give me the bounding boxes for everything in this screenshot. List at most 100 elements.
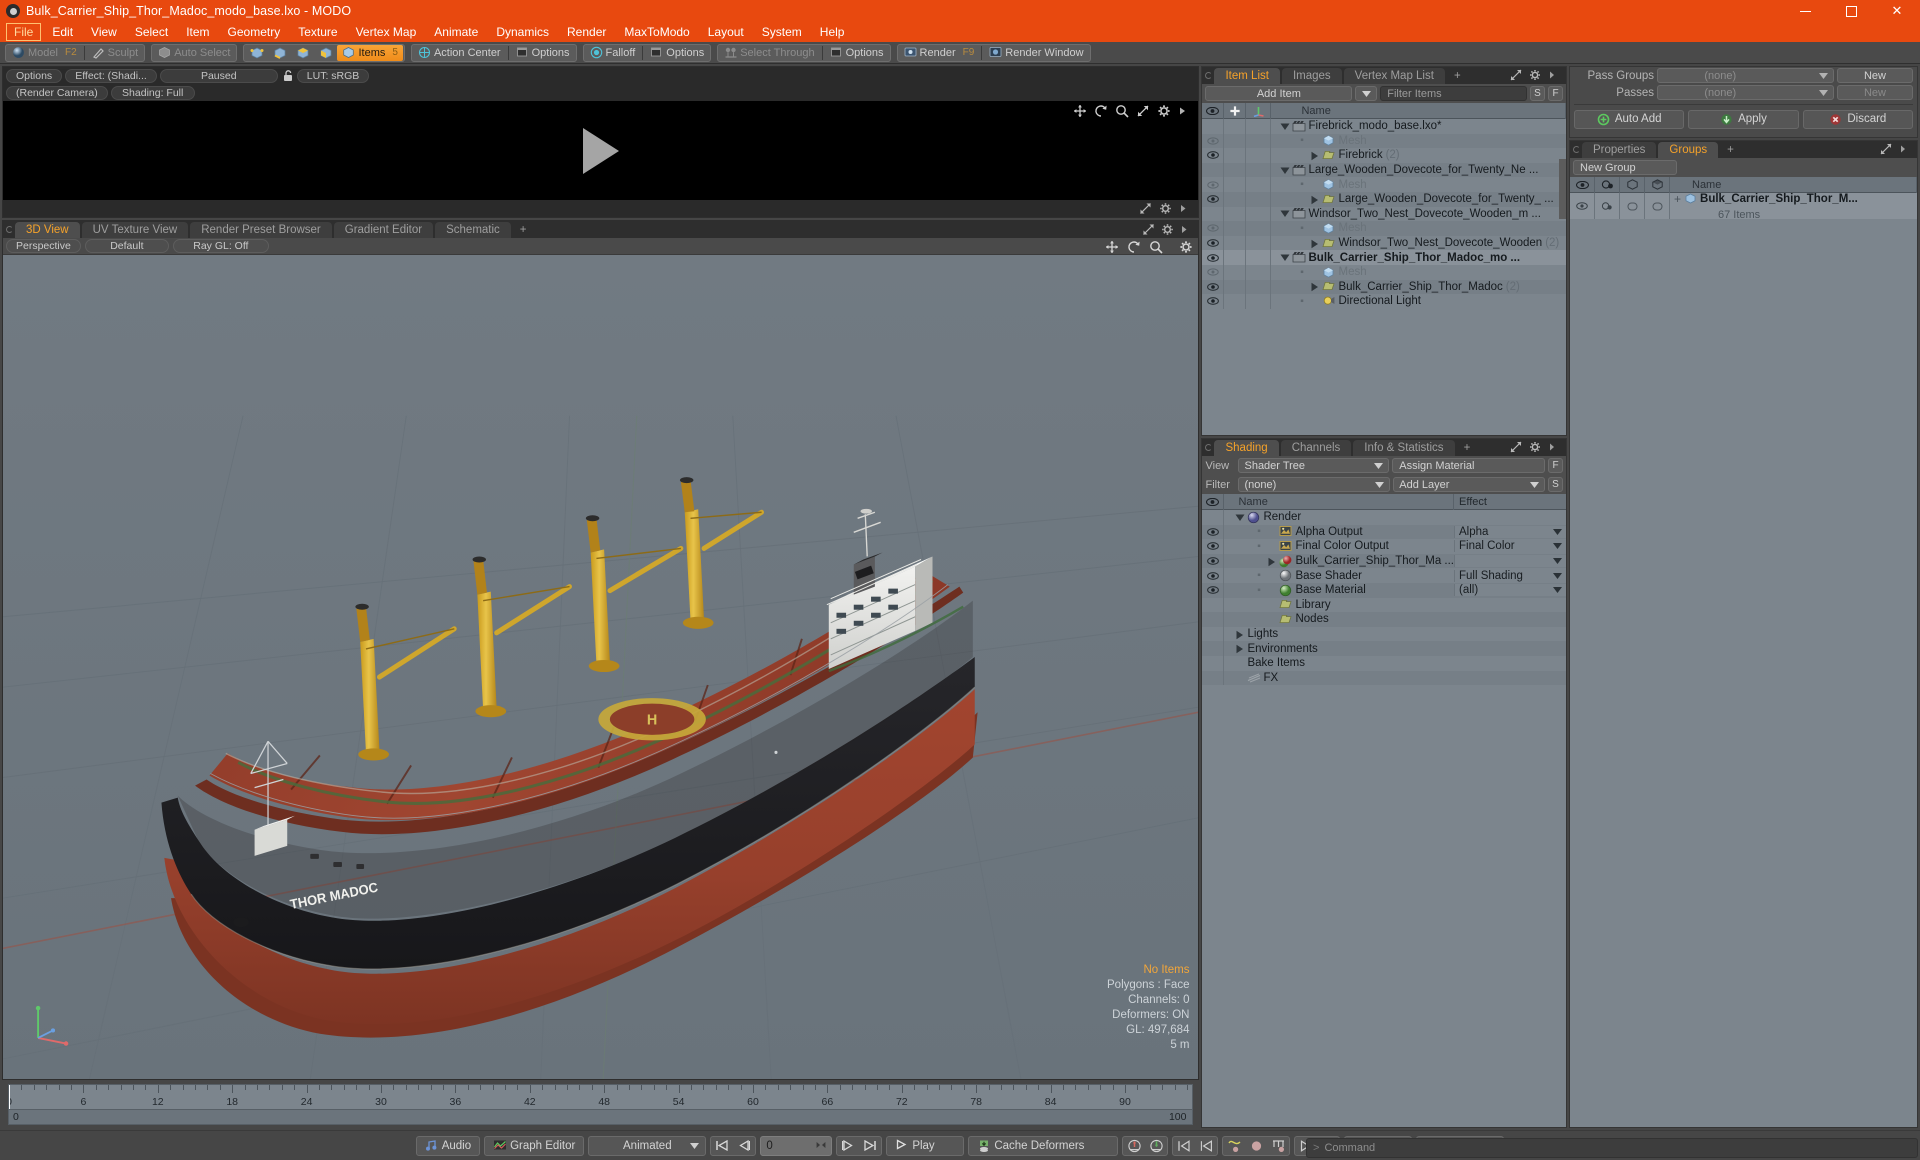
column-name-header[interactable]: Name <box>1271 102 1566 119</box>
row-effect-cell[interactable]: Full Shading <box>1454 569 1566 582</box>
row-lock-toggle[interactable] <box>1224 294 1247 309</box>
row-twisty-right-icon[interactable] <box>1235 644 1244 654</box>
row-visibility-toggle[interactable] <box>1202 206 1225 222</box>
pass-groups-new-button[interactable]: New <box>1837 68 1913 83</box>
row-lock-toggle[interactable] <box>1224 119 1247 134</box>
item-list-scrollbar[interactable] <box>1559 159 1566 219</box>
menu-edit[interactable]: Edit <box>43 22 82 42</box>
chevron-down-icon[interactable] <box>1553 526 1562 538</box>
row-axis-toggle[interactable] <box>1246 191 1272 207</box>
model-mode-button[interactable]: Model F2 <box>7 45 82 61</box>
next-key-button[interactable] <box>837 1137 859 1155</box>
curve-key-button[interactable] <box>1223 1137 1245 1155</box>
row-lock-toggle[interactable] <box>1224 235 1247 251</box>
arrow-right-icon[interactable] <box>1179 202 1192 215</box>
viewport-raygl-dropdown[interactable]: Ray GL: Off <box>172 239 269 253</box>
table-row[interactable]: Firebrick (2) <box>1202 148 1566 163</box>
tab-add-button[interactable]: + <box>1457 440 1478 456</box>
spinner-icon[interactable] <box>816 1140 826 1152</box>
row-visibility-toggle[interactable] <box>1202 626 1225 642</box>
row-name-cell[interactable]: ▪ Base Shader <box>1224 568 1454 583</box>
menu-help[interactable]: Help <box>811 22 854 42</box>
auto-add-button[interactable]: Auto Add <box>1574 109 1685 129</box>
zoom-icon[interactable] <box>1115 104 1130 118</box>
graph-editor-button[interactable]: Graph Editor <box>484 1135 585 1156</box>
tab-add-button[interactable]: + <box>1720 142 1741 158</box>
lock-icon[interactable] <box>281 69 294 82</box>
tab-gradient-editor[interactable]: Gradient Editor <box>333 222 434 238</box>
chevron-down-icon[interactable] <box>1553 540 1562 552</box>
row-visibility-toggle[interactable] <box>1202 279 1225 295</box>
panel-grip-icon[interactable] <box>1570 141 1582 158</box>
row-twisty-none-icon[interactable] <box>1310 268 1319 277</box>
action-center-options-button[interactable]: Options <box>511 45 575 61</box>
filter-f-button[interactable]: F <box>1548 86 1564 101</box>
row-axis-toggle[interactable] <box>1246 148 1272 163</box>
tab-add-button[interactable]: + <box>513 222 534 238</box>
row-lock-toggle[interactable] <box>1224 264 1247 280</box>
tab-item-list[interactable]: Item List <box>1214 68 1280 84</box>
row-lock-toggle[interactable] <box>1224 279 1247 295</box>
panel-grip-icon[interactable] <box>3 221 15 238</box>
tab-shading[interactable]: Shading <box>1214 440 1279 456</box>
fit-icon[interactable] <box>1136 104 1149 117</box>
shader-tree-dropdown[interactable]: Shader Tree <box>1238 458 1390 473</box>
pan-icon[interactable] <box>1105 240 1119 253</box>
maximize-button[interactable] <box>1828 0 1874 22</box>
menu-maxtomodo[interactable]: MaxToModo <box>615 22 698 42</box>
render-camera-dropdown[interactable]: (Render Camera) <box>6 85 108 100</box>
column-effect-header[interactable]: Effect <box>1454 494 1566 510</box>
menu-select[interactable]: Select <box>126 22 177 42</box>
row-axis-toggle[interactable] <box>1246 264 1272 280</box>
render-paused-button[interactable]: Paused <box>159 68 278 83</box>
row-axis-toggle[interactable] <box>1246 221 1272 236</box>
add-item-button[interactable]: Add Item <box>1205 86 1353 101</box>
gear-icon[interactable] <box>1157 104 1171 117</box>
tab-images[interactable]: Images <box>1281 68 1342 84</box>
row-visibility-toggle[interactable] <box>1202 524 1225 540</box>
row-twisty-right-icon[interactable] <box>1267 557 1276 566</box>
row-visibility-toggle[interactable] <box>1202 553 1225 569</box>
row-effect-cell[interactable]: (all) <box>1454 584 1566 597</box>
render-shading-dropdown[interactable]: Shading: Full <box>110 85 195 100</box>
row-visibility-toggle[interactable] <box>1202 670 1225 686</box>
table-row[interactable]: FX <box>1202 670 1566 686</box>
set-key-button[interactable] <box>1245 1137 1267 1155</box>
row-twisty-none-icon[interactable] <box>1235 673 1244 682</box>
row-name-cell[interactable]: ▪ Alpha Output <box>1224 525 1454 540</box>
row-name-cell[interactable]: ▪ Final Color Output <box>1224 539 1454 554</box>
play-triangle-icon[interactable] <box>582 127 619 174</box>
row-name-cell[interactable]: Windsor_Two_Nest_Dovecote_Wooden (2) <box>1271 236 1566 251</box>
row-visibility-toggle[interactable] <box>1202 510 1225 525</box>
row-visibility-toggle[interactable] <box>1202 264 1225 280</box>
menu-texture[interactable]: Texture <box>289 22 346 42</box>
row-axis-toggle[interactable] <box>1246 177 1272 192</box>
render-effect-dropdown[interactable]: Effect: (Shadi... <box>65 68 157 83</box>
arrow-right-icon[interactable] <box>1548 441 1561 454</box>
table-row[interactable]: Environments <box>1202 641 1566 656</box>
row-visibility-toggle[interactable] <box>1202 235 1225 251</box>
auto-select-button[interactable]: Auto Select <box>153 45 235 61</box>
column-lock-header[interactable] <box>1224 102 1247 119</box>
add-layer-s-button[interactable]: S <box>1548 477 1564 492</box>
row-effect-cell[interactable]: Final Color <box>1454 540 1566 553</box>
select-through-options-button[interactable]: Options <box>825 45 889 61</box>
lut-dropdown[interactable]: LUT: sRGB <box>296 68 370 83</box>
column-name-header[interactable]: Name <box>1224 493 1454 510</box>
arrow-right-icon[interactable] <box>1180 223 1193 236</box>
last-frame-button[interactable] <box>859 1137 881 1155</box>
table-row[interactable]: + Bulk_Carrier_Ship_Thor_M... 67 Items <box>1570 193 1917 219</box>
row-twisty-right-icon[interactable] <box>1235 630 1244 639</box>
gear-icon[interactable] <box>1529 69 1542 82</box>
row-name-cell[interactable]: + Bulk_Carrier_Ship_Thor_M... 67 Items <box>1670 193 1917 219</box>
pass-groups-dropdown[interactable]: (none) <box>1657 68 1834 83</box>
select-through-button[interactable]: Select Through <box>719 45 819 61</box>
items-mode-button[interactable]: Items 5 <box>337 44 403 61</box>
rotate-icon[interactable] <box>1094 104 1108 117</box>
tab-vertex-map-list[interactable]: Vertex Map List <box>1343 68 1445 84</box>
chevron-down-icon[interactable] <box>1553 584 1562 596</box>
row-visibility-toggle[interactable] <box>1202 294 1225 309</box>
table-row[interactable]: Bulk_Carrier_Ship_Thor_Ma ... <box>1202 553 1566 569</box>
shading-table-body[interactable]: Render ▪ Alpha Output Alpha ▪ Final Color Out… <box>1202 510 1566 1127</box>
viewport-3d-canvas[interactable]: H THOR MADOC No Items Polygons: Face Ch… <box>3 255 1199 1079</box>
